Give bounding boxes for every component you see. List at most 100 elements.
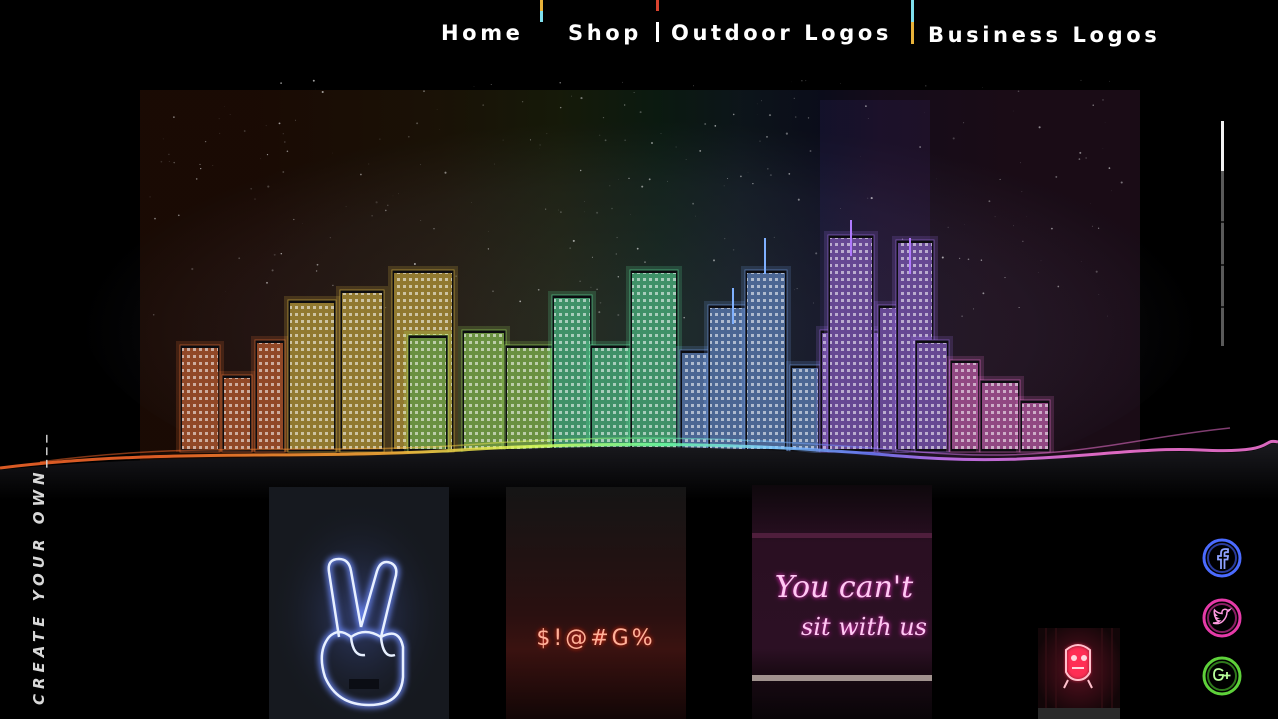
star xyxy=(315,88,316,90)
nav-outdoor-logos-link[interactable]: Outdoor Logos xyxy=(671,20,892,46)
star xyxy=(379,138,381,140)
star xyxy=(521,101,524,103)
star xyxy=(360,173,362,176)
star xyxy=(243,130,246,132)
star xyxy=(1004,277,1006,279)
star xyxy=(1097,227,1100,229)
star xyxy=(867,118,869,119)
nav-separator-segment xyxy=(656,22,659,42)
star xyxy=(199,163,201,165)
scroll-indicator[interactable] xyxy=(1221,121,1224,346)
star xyxy=(633,92,635,93)
twitter-link[interactable] xyxy=(1202,598,1242,638)
star xyxy=(812,302,814,304)
star xyxy=(219,132,221,134)
scroll-thumb[interactable] xyxy=(1221,121,1224,171)
star xyxy=(756,103,758,105)
star xyxy=(1037,271,1039,273)
star xyxy=(675,146,677,148)
robot-neon-card[interactable] xyxy=(1038,628,1120,719)
star xyxy=(617,276,620,278)
building-window-grid xyxy=(592,348,630,449)
star xyxy=(1107,315,1108,317)
nav-shop-link[interactable]: Shop xyxy=(568,20,642,46)
quote-neon-card[interactable]: You can't You can't sit with us sit with… xyxy=(752,485,932,719)
star xyxy=(1085,157,1087,159)
star xyxy=(229,114,231,115)
star xyxy=(398,193,399,195)
star xyxy=(177,214,180,217)
star xyxy=(345,206,347,208)
star xyxy=(630,214,631,215)
nav-separator-segment xyxy=(656,0,659,11)
nav-business-logos-link[interactable]: Business Logos xyxy=(928,22,1160,48)
star xyxy=(794,116,797,118)
peace-hand-neon-card[interactable] xyxy=(269,487,449,719)
star xyxy=(392,195,394,197)
nav-separator-segment xyxy=(911,0,914,22)
star xyxy=(391,260,393,262)
nav-home-link[interactable]: Home xyxy=(441,20,524,46)
star xyxy=(617,313,620,317)
star xyxy=(487,231,489,232)
star xyxy=(332,284,334,287)
star xyxy=(693,85,694,87)
star xyxy=(941,256,944,259)
star xyxy=(616,236,618,239)
star xyxy=(423,90,425,93)
star xyxy=(266,281,268,284)
star xyxy=(628,177,630,180)
star xyxy=(420,164,422,166)
star xyxy=(963,122,965,124)
building-window-grid xyxy=(982,383,1018,449)
star xyxy=(569,247,572,250)
star xyxy=(191,267,194,271)
star xyxy=(982,292,985,295)
quote-neon-icon: You can't You can't sit with us sit with… xyxy=(752,485,932,719)
star xyxy=(1012,225,1014,227)
star xyxy=(615,253,617,255)
star xyxy=(329,237,331,239)
star xyxy=(204,140,207,143)
star xyxy=(558,209,559,211)
star xyxy=(238,257,241,260)
star xyxy=(598,311,601,314)
symbols-neon-card[interactable]: $!@#G% $!@#G% xyxy=(506,487,686,719)
star xyxy=(840,208,841,209)
star xyxy=(958,257,961,260)
star xyxy=(1104,122,1106,124)
star xyxy=(924,112,926,114)
facebook-link[interactable] xyxy=(1202,538,1242,578)
star xyxy=(972,308,975,310)
star xyxy=(723,185,725,187)
quote-line2: sit with us xyxy=(801,613,927,641)
star xyxy=(321,90,324,94)
star xyxy=(1109,80,1110,82)
star xyxy=(602,116,605,119)
star xyxy=(815,252,818,255)
star xyxy=(1038,126,1041,129)
main-nav: Home Shop Outdoor Logos Business Logos xyxy=(0,0,1278,50)
star xyxy=(545,208,547,210)
star xyxy=(1092,104,1094,106)
star xyxy=(537,288,540,291)
star xyxy=(759,140,761,142)
nav-separator-segment xyxy=(540,11,543,22)
skyline-illustration xyxy=(0,79,1278,500)
star xyxy=(805,80,807,82)
create-your-own-tagline: CREATE YOUR OWN___ xyxy=(30,429,48,705)
star xyxy=(502,139,504,141)
star xyxy=(546,133,548,135)
star xyxy=(471,202,472,203)
star xyxy=(173,161,175,164)
star xyxy=(312,79,315,82)
star xyxy=(609,185,611,187)
star xyxy=(295,119,296,121)
star xyxy=(267,185,270,188)
scroll-tick xyxy=(1221,221,1224,223)
peace-hand-neon-icon xyxy=(269,487,449,719)
star xyxy=(596,288,598,291)
google-plus-link[interactable] xyxy=(1202,656,1242,696)
star xyxy=(162,138,164,140)
star xyxy=(473,86,475,87)
